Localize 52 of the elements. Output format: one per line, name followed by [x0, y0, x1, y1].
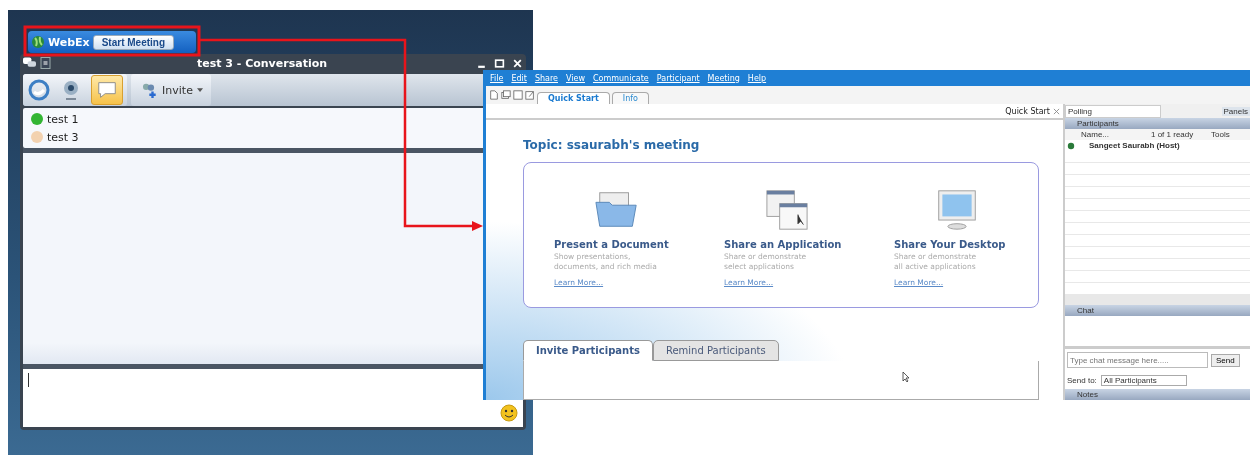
send-button[interactable]: Send: [1211, 353, 1240, 367]
caret-icon: [196, 87, 203, 93]
panel-header[interactable]: Chat: [1065, 305, 1250, 316]
menu-item[interactable]: Communicate: [592, 73, 649, 83]
panel-header[interactable]: Notes: [1065, 389, 1250, 400]
globe-icon: [1067, 141, 1075, 150]
smiley-icon[interactable]: [499, 403, 519, 423]
phone-icon[interactable]: [27, 78, 51, 102]
recipient-dropdown[interactable]: All Participants: [1100, 374, 1187, 386]
menu-item[interactable]: Edit: [511, 73, 527, 83]
panel-header[interactable]: Participants: [1065, 118, 1250, 129]
menu-icon[interactable]: [39, 57, 52, 69]
globe-icon: [31, 35, 45, 49]
document-icon[interactable]: [489, 90, 499, 100]
action-title[interactable]: Share Your Desktop: [894, 239, 1026, 250]
invite-button[interactable]: Invite: [131, 74, 211, 106]
application-windows-icon[interactable]: [764, 189, 810, 231]
participant-name[interactable]: Sangeet Saurabh (Host): [1089, 141, 1180, 150]
chat-input[interactable]: Type chat message here.....: [1067, 352, 1208, 368]
column-header: 1 of 1 ready: [1151, 130, 1195, 139]
contact-name[interactable]: test 1: [47, 112, 79, 126]
menu-item[interactable]: View: [566, 73, 585, 83]
menu-item[interactable]: Share: [534, 73, 558, 83]
panel-tab[interactable]: Quick Start: [1005, 106, 1050, 116]
action-title[interactable]: Share an Application: [724, 239, 856, 250]
screen-icon[interactable]: [513, 90, 523, 100]
tab[interactable]: Quick Start: [537, 92, 610, 104]
column-header: Name...: [1081, 130, 1110, 139]
edit-icon[interactable]: [525, 90, 535, 100]
tab[interactable]: Info: [611, 92, 649, 104]
start-meeting-button[interactable]: Start Meeting: [92, 34, 175, 50]
windows-icon[interactable]: [501, 90, 511, 100]
send-to-label: Send to:: [1067, 375, 1097, 385]
meeting-topic: Topic: ssaurabh's meeting: [523, 138, 701, 152]
window-title: test 3 - Conversation: [195, 56, 329, 70]
tab[interactable]: Remind Participants: [652, 340, 779, 361]
maximize-icon[interactable]: [494, 57, 505, 69]
speech-bubble-icon: [96, 79, 118, 101]
chat-bubbles-icon: [23, 57, 36, 69]
pointer-icon: [902, 371, 910, 383]
action-title[interactable]: Present a Document: [554, 239, 686, 250]
brand-label: WebEx: [48, 35, 90, 49]
menu-item[interactable]: File: [490, 73, 504, 83]
menu-item[interactable]: Help: [747, 73, 767, 83]
menu-item[interactable]: Participant: [656, 73, 700, 83]
panels-button[interactable]: Panels: [1221, 106, 1250, 116]
tab[interactable]: Invite Participants: [523, 340, 653, 361]
menu-item[interactable]: Meeting: [707, 73, 740, 83]
contact-name[interactable]: test 3: [47, 130, 79, 144]
chat-button[interactable]: [91, 75, 123, 105]
column-header: Tools: [1211, 130, 1230, 139]
polling-field[interactable]: Polling: [1065, 104, 1161, 118]
